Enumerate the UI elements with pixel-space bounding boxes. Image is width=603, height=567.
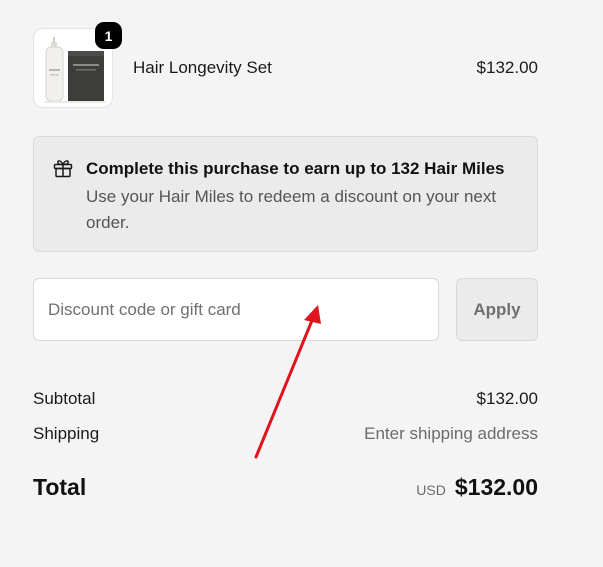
cart-line-item: 1 Hair Longevity Set $132.00 (33, 22, 538, 110)
subtotal-value: $132.00 (476, 389, 538, 408)
apply-button[interactable]: Apply (456, 278, 538, 341)
shipping-value: Enter shipping address (364, 424, 538, 443)
gift-icon (53, 160, 73, 178)
total-amount: USD $132.00 (416, 474, 538, 501)
shipping-label: Shipping (33, 424, 100, 443)
hair-miles-notice: Complete this purchase to earn up to 132… (33, 136, 538, 252)
hair-miles-description: Use your Hair Miles to redeem a discount… (86, 187, 497, 232)
product-name: Hair Longevity Set (133, 58, 272, 77)
discount-code-input[interactable] (33, 278, 439, 341)
total-label: Total (33, 474, 87, 500)
currency-code: USD (416, 482, 446, 498)
product-price: $132.00 (476, 58, 538, 77)
quantity-badge: 1 (95, 22, 122, 49)
hair-miles-title: Complete this purchase to earn up to 132… (86, 159, 505, 178)
total-value: $132.00 (454, 474, 538, 500)
subtotal-label: Subtotal (33, 389, 96, 408)
